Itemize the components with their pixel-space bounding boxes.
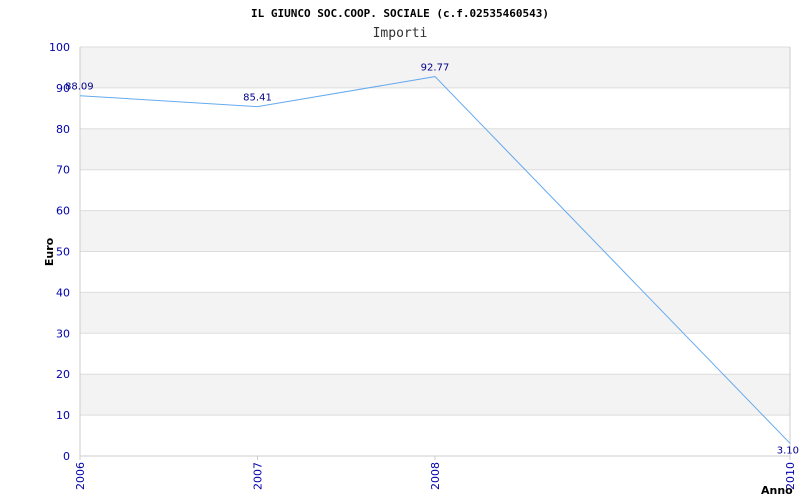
y-tick-label: 50	[56, 246, 70, 259]
x-axis-label: Anno	[761, 484, 793, 497]
y-tick-label: 0	[63, 450, 70, 463]
grid-band	[80, 374, 790, 416]
y-tick-label: 60	[56, 205, 70, 218]
y-tick-label: 70	[56, 164, 70, 177]
chart-title: IL GIUNCO SOC.COOP. SOCIALE (c.f.0253546…	[251, 7, 549, 20]
y-tick-label: 20	[56, 368, 70, 381]
y-tick-label: 80	[56, 123, 70, 136]
y-tick-label: 30	[56, 327, 70, 340]
data-label: 85.41	[243, 93, 272, 104]
x-tick-label: 2006	[74, 462, 87, 490]
data-label: 3.10	[777, 445, 799, 456]
y-tick-label: 100	[49, 41, 70, 54]
grid-band	[80, 128, 790, 170]
x-tick-label: 2008	[429, 462, 442, 490]
y-tick-label: 10	[56, 409, 70, 422]
y-tick-label: 40	[56, 286, 70, 299]
x-tick-label: 2007	[252, 462, 265, 490]
y-axis-label: Euro	[43, 237, 56, 266]
data-label: 88.09	[65, 82, 94, 93]
grid-band	[80, 292, 790, 334]
data-label: 92.77	[421, 63, 450, 74]
line-chart: 0102030405060708090100 2006 2007 2008 2010 …	[43, 7, 799, 497]
chart-subtitle: Importi	[373, 26, 428, 41]
x-tick-labels: 2006 2007 2008 2010	[74, 462, 797, 490]
grid-band	[80, 210, 790, 252]
